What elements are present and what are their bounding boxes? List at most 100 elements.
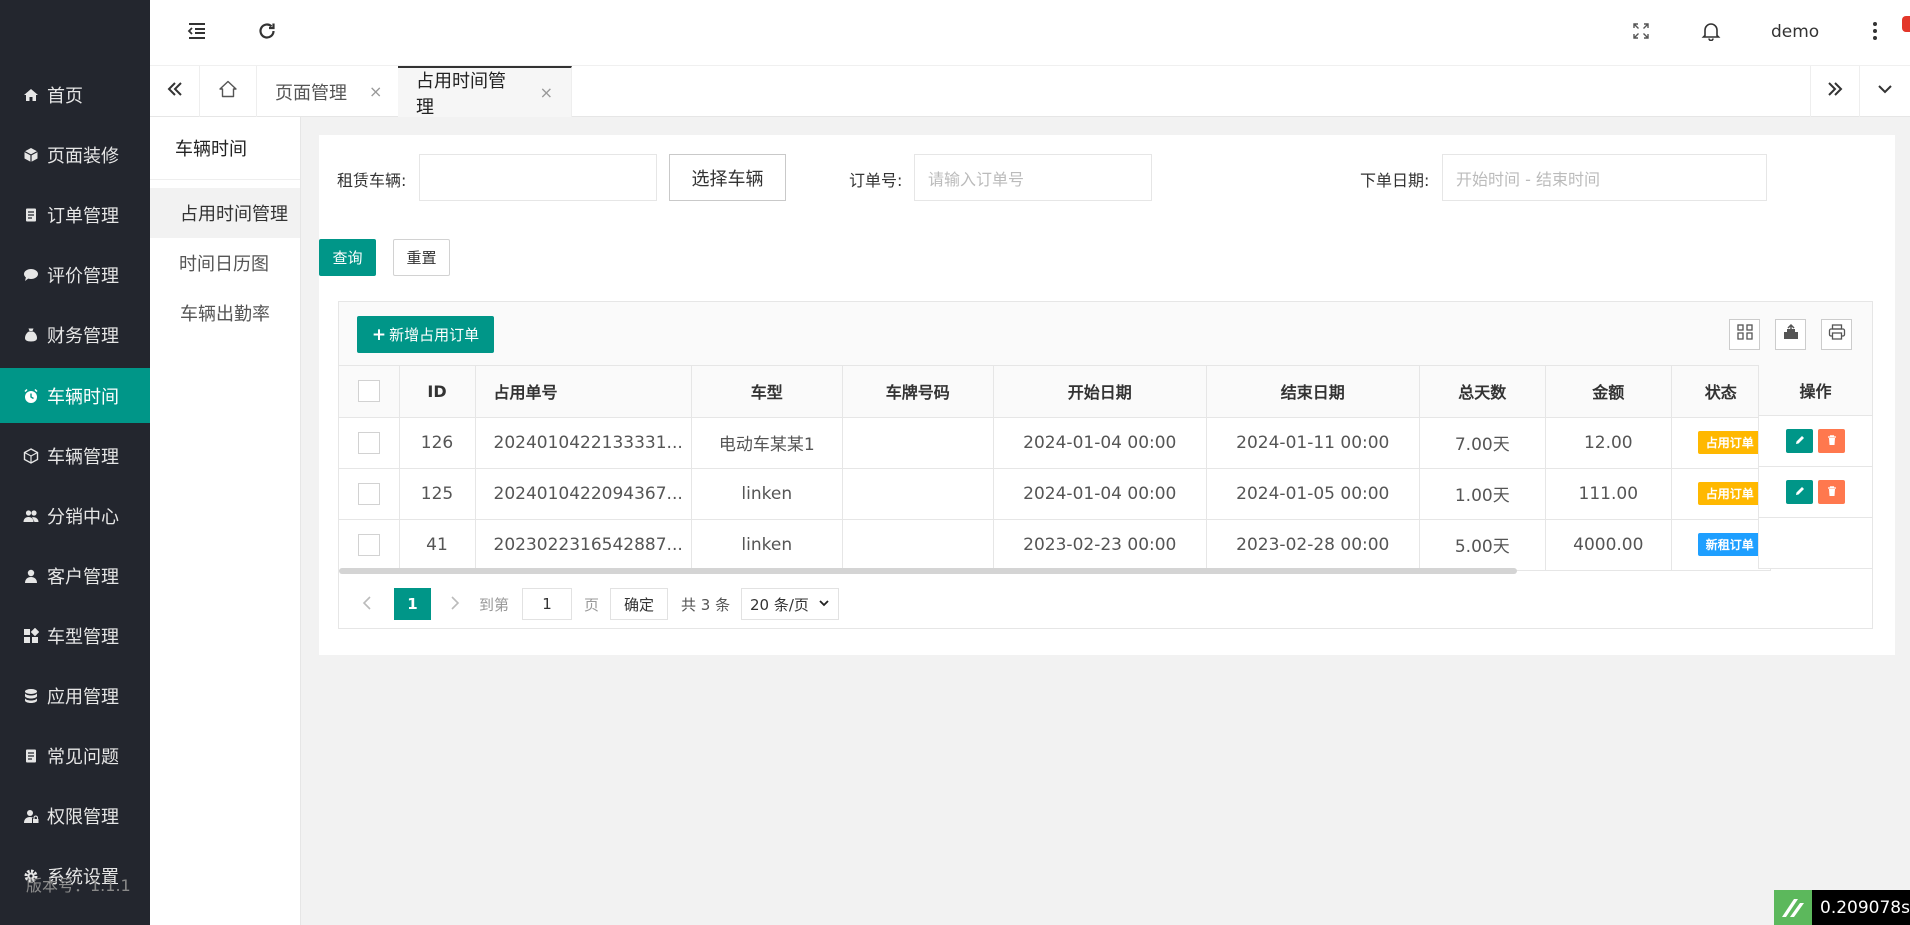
sidebar-item-label: 车辆时间	[47, 386, 119, 408]
sidebar-item-label: 常见问题	[47, 746, 119, 768]
col-header-plate[interactable]: 车牌号码	[842, 366, 994, 418]
print-button[interactable]	[1821, 319, 1852, 350]
tab-home[interactable]	[200, 66, 257, 117]
sidebar-item-home[interactable]: 首页	[0, 67, 150, 122]
sub-navigation: 车辆时间 占用时间管理 时间日历图 车辆出勤率	[150, 117, 301, 925]
sidebar-item-vehicle-management[interactable]: 车辆管理	[0, 428, 150, 483]
order-number-input[interactable]: 请输入订单号	[914, 154, 1152, 201]
goto-page-input[interactable]: 1	[522, 588, 572, 620]
col-header-end-date[interactable]: 结束日期	[1206, 366, 1420, 418]
prev-page-button[interactable]	[362, 588, 372, 621]
col-header-id[interactable]: ID	[399, 366, 476, 418]
reset-button[interactable]: 重置	[393, 239, 450, 276]
table-row[interactable]: 41 2023022316542887... linken 2023-02-23…	[339, 519, 1771, 571]
refresh-icon	[256, 20, 278, 47]
cube-icon	[22, 447, 40, 465]
cell-days: 1.00天	[1419, 468, 1546, 520]
select-vehicle-button[interactable]: 选择车辆	[669, 154, 786, 201]
sidebar-item-apps[interactable]: 应用管理	[0, 668, 150, 723]
user-icon	[22, 567, 40, 585]
sidebar-item-orders[interactable]: 订单管理	[0, 187, 150, 242]
close-icon[interactable]: ×	[369, 82, 382, 101]
edit-button[interactable]	[1786, 429, 1813, 453]
select-all-checkbox[interactable]	[339, 366, 400, 418]
vehicle-input[interactable]	[419, 154, 657, 201]
total-count: 共 3 条	[681, 596, 731, 614]
page-label: 页	[584, 596, 600, 614]
export-button[interactable]	[1775, 319, 1806, 350]
cell-model: linken	[691, 468, 843, 520]
sidebar-item-reviews[interactable]: 评价管理	[0, 247, 150, 302]
tab-page-management[interactable]: 页面管理 ×	[257, 66, 418, 117]
menu-fold-icon	[186, 20, 208, 47]
add-occupation-order-button[interactable]: + 新增占用订单	[357, 316, 494, 353]
cell-amount: 4000.00	[1545, 519, 1672, 571]
more-options-button[interactable]	[1860, 18, 1890, 48]
debug-timer[interactable]: 0.209078s	[1774, 890, 1910, 925]
sidebar-item-label: 页面装修	[47, 145, 119, 167]
sidebar-item-car-models[interactable]: 车型管理	[0, 608, 150, 663]
refresh-button[interactable]	[252, 18, 282, 48]
delete-button[interactable]	[1818, 480, 1845, 504]
subnav-item-occupation[interactable]: 占用时间管理	[150, 188, 300, 238]
collapse-menu-button[interactable]	[182, 18, 212, 48]
pagination: 1 到第 1 页 确定 共 3 条 20 条/页	[338, 577, 1873, 629]
next-page-button[interactable]	[450, 588, 460, 621]
pencil-icon	[1794, 431, 1806, 451]
table-row[interactable]: 125 2024010422094367... linken 2024-01-0…	[339, 468, 1771, 520]
col-header-status[interactable]: 状态	[1671, 366, 1771, 418]
sidebar-item-label: 分销中心	[47, 506, 119, 528]
tab-label: 页面管理	[275, 82, 347, 104]
col-header-order-no[interactable]: 占用单号	[475, 366, 692, 418]
page-size-select[interactable]: 20 条/页	[741, 588, 839, 620]
edit-button[interactable]	[1786, 480, 1813, 504]
sidebar-item-vehicle-time[interactable]: 车辆时间	[0, 368, 150, 423]
row-checkbox[interactable]	[339, 468, 400, 520]
sidebar-item-finance[interactable]: 财务管理	[0, 307, 150, 362]
goto-label: 到第	[479, 596, 510, 614]
tab-occupation-time[interactable]: 占用时间管理 ×	[398, 66, 572, 118]
order-date-range-input[interactable]: 开始时间 - 结束时间	[1442, 154, 1767, 201]
subnav-item-attendance[interactable]: 车辆出勤率	[150, 288, 300, 338]
sidebar-item-label: 评价管理	[47, 265, 119, 287]
tabs-scroll-right-button[interactable]	[1810, 66, 1860, 117]
col-header-amount[interactable]: 金额	[1545, 366, 1672, 418]
cell-status: 占用订单	[1671, 417, 1771, 469]
goto-confirm-button[interactable]: 确定	[610, 588, 668, 620]
cell-id: 125	[399, 468, 476, 520]
trash-icon	[1826, 431, 1838, 451]
search-button[interactable]: 查询	[319, 239, 376, 276]
row-checkbox[interactable]	[339, 417, 400, 469]
notification-button[interactable]	[1696, 18, 1726, 48]
cell-order-no: 2024010422133331...	[475, 417, 692, 469]
grid-icon	[22, 627, 40, 645]
tabs-dropdown-button[interactable]	[1860, 66, 1910, 117]
close-icon[interactable]: ×	[540, 83, 553, 102]
sidebar-item-faq[interactable]: 常见问题	[0, 728, 150, 783]
columns-filter-button[interactable]	[1729, 319, 1760, 350]
col-header-days[interactable]: 总天数	[1419, 366, 1546, 418]
current-page[interactable]: 1	[394, 588, 431, 620]
pencil-icon	[1794, 482, 1806, 502]
plus-icon: +	[371, 324, 387, 345]
table-row[interactable]: 126 2024010422133331... 电动车某某1 2024-01-0…	[339, 417, 1771, 469]
table-horizontal-scrollbar[interactable]	[339, 568, 1517, 574]
col-header-model[interactable]: 车型	[691, 366, 843, 418]
cell-start: 2023-02-23 00:00	[993, 519, 1207, 571]
tabs-scroll-left-button[interactable]	[150, 66, 200, 117]
cell-days: 7.00天	[1419, 417, 1546, 469]
delete-button[interactable]	[1818, 429, 1845, 453]
sidebar-item-permissions[interactable]: 权限管理	[0, 788, 150, 843]
cell-model: linken	[691, 519, 843, 571]
home-icon	[22, 86, 40, 104]
subnav-item-calendar[interactable]: 时间日历图	[150, 238, 300, 288]
sidebar-item-customers[interactable]: 客户管理	[0, 548, 150, 603]
sidebar-item-label: 权限管理	[47, 806, 119, 828]
sidebar-item-distribution[interactable]: 分销中心	[0, 488, 150, 543]
row-checkbox[interactable]	[339, 519, 400, 571]
sidebar-item-label: 应用管理	[47, 686, 119, 708]
col-header-start-date[interactable]: 开始日期	[993, 366, 1207, 418]
user-name[interactable]: demo	[1771, 22, 1819, 42]
sidebar-item-page-decoration[interactable]: 页面装修	[0, 127, 150, 182]
fullscreen-button[interactable]	[1626, 18, 1656, 48]
